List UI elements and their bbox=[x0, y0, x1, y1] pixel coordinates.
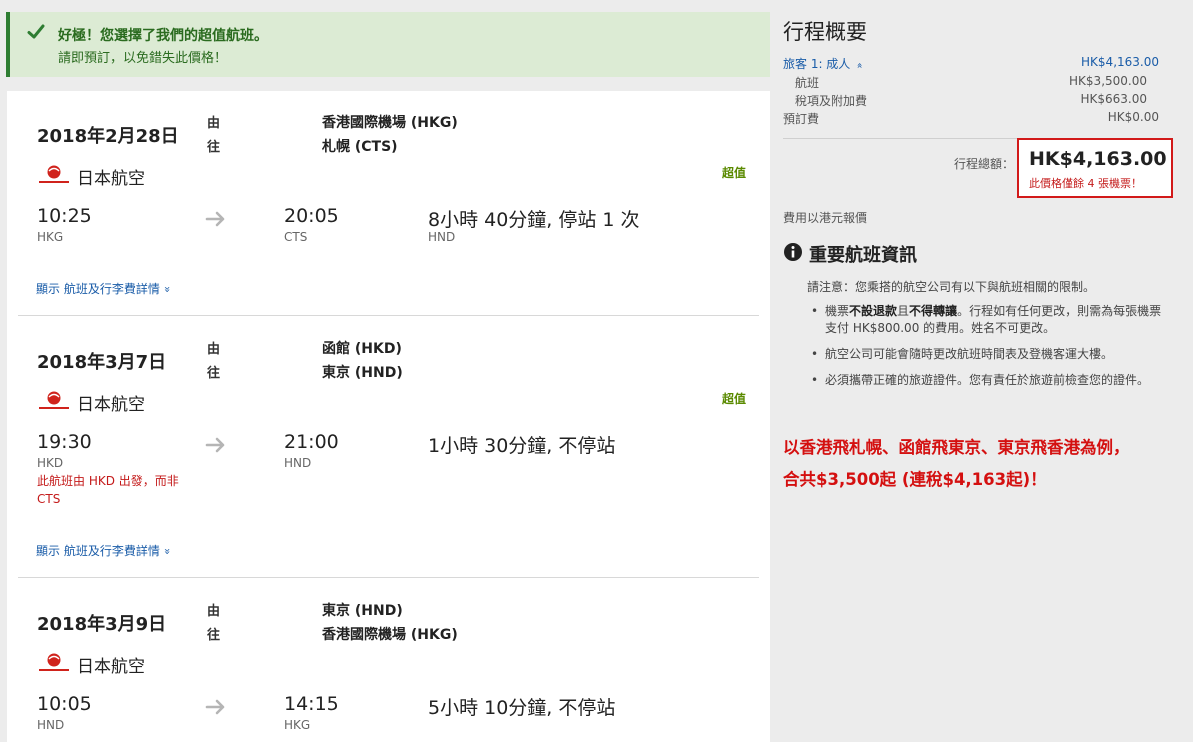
departure-warning: 此航班由 HKD 出發，而非 CTS bbox=[37, 474, 179, 506]
flight-fare-value: HK$3,500.00 bbox=[1069, 74, 1147, 88]
value-badge: 超值 bbox=[722, 392, 747, 406]
jal-crane-logo bbox=[39, 391, 69, 409]
show-details-link[interactable]: 顯示 航班及行李費詳情 » bbox=[36, 542, 174, 559]
origin-airport: 香港國際機場 (HKG) bbox=[322, 115, 458, 131]
to-label: 往 bbox=[207, 366, 221, 381]
arrival-time: 21:00 bbox=[284, 431, 339, 453]
checkmark-icon bbox=[27, 24, 45, 39]
chevron-down-icon: » bbox=[160, 548, 174, 555]
total-price: HK$4,163.00 bbox=[1029, 148, 1167, 170]
tax-label: 稅項及附加費 bbox=[795, 94, 868, 108]
summary-title: 行程概要 bbox=[783, 20, 867, 44]
arrow-right-icon bbox=[205, 699, 225, 715]
origin-airport: 東京 (HND) bbox=[322, 603, 403, 619]
airline-name: 日本航空 bbox=[77, 169, 145, 189]
total-price-box: HK$4,163.00 此價格僅餘 4 張機票！ bbox=[1017, 138, 1173, 198]
departure-code: HND bbox=[37, 718, 65, 732]
arrival-code: CTS bbox=[284, 230, 308, 244]
important-info-title: 重要航班資訊 bbox=[809, 245, 917, 266]
traveler-total: HK$4,163.00 bbox=[1081, 55, 1159, 69]
success-banner: 好極！您選擇了我們的超值航班。 請即預訂，以免錯失此價格！ bbox=[6, 12, 770, 77]
departure-code: HKD bbox=[37, 456, 64, 470]
promo-caption: 以香港飛札幌、函館飛東京、東京飛香港為例， 合共$3,500起 (連稅$4,16… bbox=[783, 432, 1188, 496]
divider bbox=[18, 577, 759, 578]
arrival-code: HKG bbox=[284, 718, 311, 732]
traveler-toggle[interactable]: 旅客 1: 成人 » bbox=[783, 55, 866, 72]
departure-time: 10:25 bbox=[37, 205, 92, 227]
details-link-label: 顯示 航班及行李費詳情 bbox=[36, 282, 160, 296]
flight-date: 2018年2月28日 bbox=[37, 126, 179, 147]
flight-duration: 8小時 40分鐘, 停站 1 次 bbox=[428, 209, 640, 231]
to-label: 往 bbox=[207, 140, 221, 155]
tax-value: HK$663.00 bbox=[1080, 92, 1147, 106]
departure-time: 10:05 bbox=[37, 693, 92, 715]
traveler-label: 旅客 1: 成人 bbox=[783, 57, 851, 71]
flight-duration: 5小時 10分鐘, 不停站 bbox=[428, 697, 616, 719]
arrow-right-icon bbox=[205, 211, 225, 227]
restriction-item: 必須攜帶正確的旅遊證件。您有責任於旅遊前檢查您的證件。 bbox=[807, 372, 1167, 389]
flight-duration: 1小時 30分鐘, 不停站 bbox=[428, 435, 616, 457]
seats-remaining-note: 此價格僅餘 4 張機票！ bbox=[1029, 177, 1142, 190]
banner-subtitle: 請即預訂，以免錯失此價格！ bbox=[58, 51, 228, 66]
from-label: 由 bbox=[207, 342, 221, 357]
from-label: 由 bbox=[207, 604, 221, 619]
currency-note: 費用以港元報價 bbox=[783, 211, 868, 225]
from-label: 由 bbox=[207, 116, 221, 131]
airline-name: 日本航空 bbox=[77, 395, 145, 415]
details-link-label: 顯示 航班及行李費詳情 bbox=[36, 544, 160, 558]
trip-summary-panel: 行程概要 旅客 1: 成人 » HK$4,163.00 航班 HK$3,500.… bbox=[783, 0, 1193, 742]
promo-line-1: 以香港飛札幌、函館飛東京、東京飛香港為例， bbox=[783, 438, 1130, 457]
jal-crane-logo bbox=[39, 165, 69, 183]
chevron-down-icon: » bbox=[160, 286, 174, 293]
arrow-right-icon bbox=[205, 437, 225, 453]
origin-airport: 函館 (HKD) bbox=[322, 341, 402, 357]
arrival-time: 20:05 bbox=[284, 205, 339, 227]
booking-fee-value: HK$0.00 bbox=[1107, 110, 1159, 124]
departure-time: 19:30 bbox=[37, 431, 92, 453]
show-details-link[interactable]: 顯示 航班及行李費詳情 » bbox=[36, 280, 174, 297]
restriction-item: 航空公司可能會隨時更改航班時間表及登機客運大樓。 bbox=[807, 346, 1167, 363]
restrictions-notice: 請注意：您乘搭的航空公司有以下與航班相關的限制。 bbox=[807, 280, 1096, 294]
stopover-code: HND bbox=[428, 230, 456, 244]
banner-title: 好極！您選擇了我們的超值航班。 bbox=[58, 28, 268, 44]
to-label: 往 bbox=[207, 628, 221, 643]
destination-airport: 香港國際機場 (HKG) bbox=[322, 627, 458, 643]
destination-airport: 東京 (HND) bbox=[322, 365, 403, 381]
chevron-up-icon: » bbox=[854, 62, 866, 69]
info-circle-icon bbox=[784, 243, 802, 261]
flight-date: 2018年3月7日 bbox=[37, 352, 167, 373]
total-label: 行程總額： bbox=[954, 157, 1015, 171]
value-badge: 超值 bbox=[722, 166, 747, 180]
airline-name: 日本航空 bbox=[77, 657, 145, 677]
flight-date: 2018年3月9日 bbox=[37, 614, 167, 635]
arrival-time: 14:15 bbox=[284, 693, 339, 715]
promo-line-2: 合共$3,500起 (連稅$4,163起)！ bbox=[783, 470, 1047, 489]
departure-code: HKG bbox=[37, 230, 64, 244]
destination-airport: 札幌 (CTS) bbox=[322, 139, 398, 155]
booking-fee-label: 預訂費 bbox=[783, 112, 820, 126]
flight-fare-label: 航班 bbox=[795, 76, 820, 90]
flight-list: 2018年2月28日 由 往 香港國際機場 (HKG) 札幌 (CTS) 日本航… bbox=[7, 91, 770, 742]
arrival-code: HND bbox=[284, 456, 312, 470]
restriction-item: 機票不設退款且不得轉讓。行程如有任何更改，則需為每張機票支付 HK$800.00… bbox=[807, 303, 1167, 337]
divider bbox=[18, 315, 759, 316]
restrictions-list: 機票不設退款且不得轉讓。行程如有任何更改，則需為每張機票支付 HK$800.00… bbox=[807, 303, 1167, 398]
jal-crane-logo bbox=[39, 653, 69, 671]
